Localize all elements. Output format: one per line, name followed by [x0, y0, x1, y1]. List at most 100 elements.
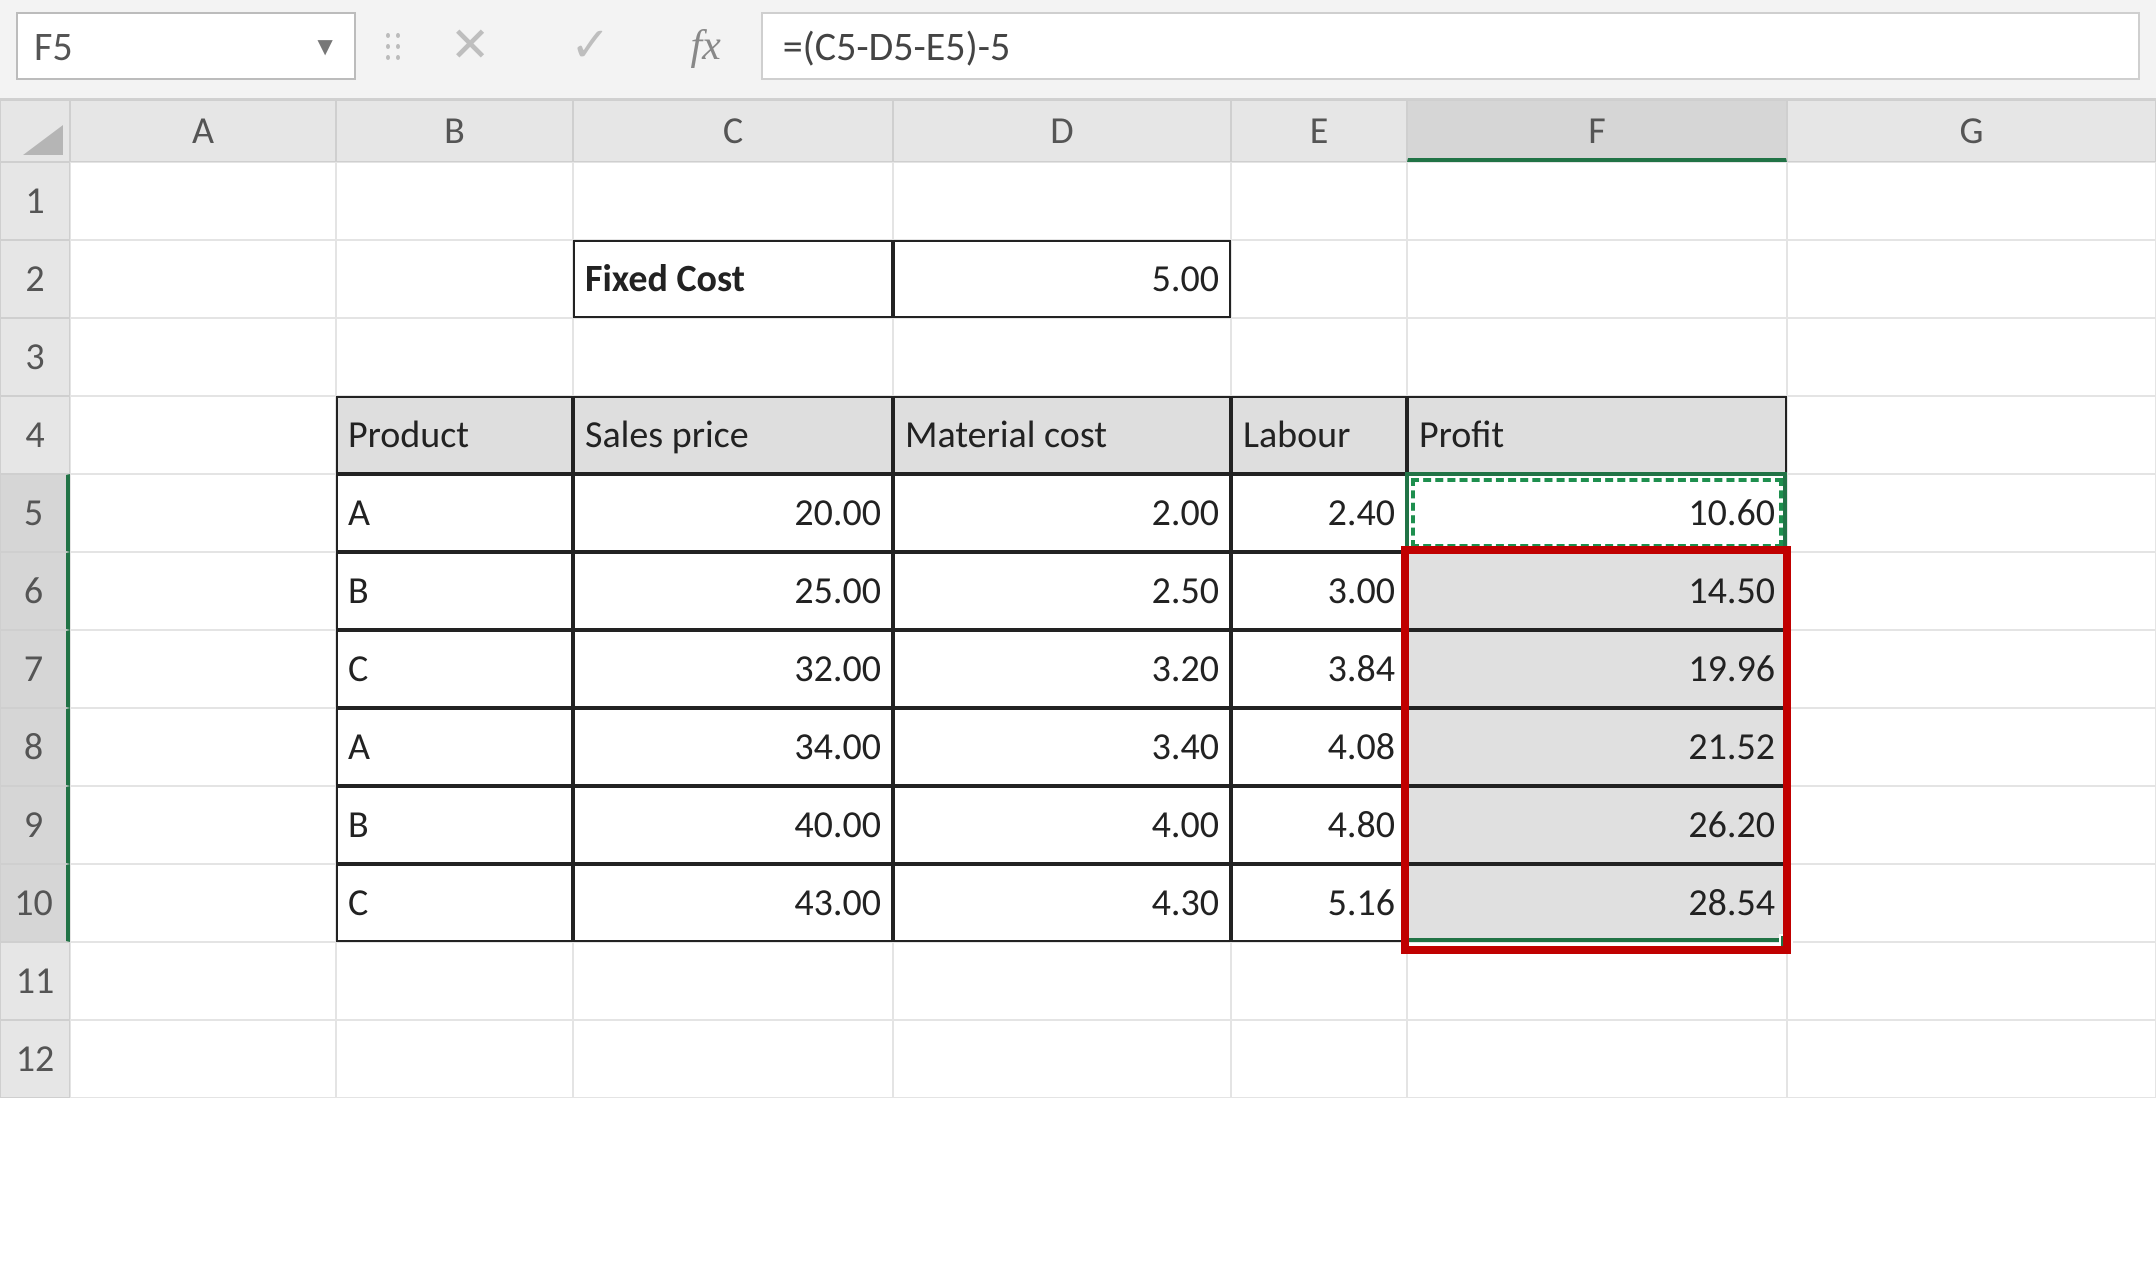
cell-B6[interactable]: B: [336, 552, 573, 630]
cell-E1[interactable]: [1231, 162, 1407, 240]
cell-E7[interactable]: 3.84: [1231, 630, 1407, 708]
cell-G1[interactable]: [1787, 162, 2156, 240]
cell-G5[interactable]: [1787, 474, 2156, 552]
cell-A8[interactable]: [70, 708, 336, 786]
cell-D4[interactable]: Material cost: [893, 396, 1231, 474]
cell-G6[interactable]: [1787, 552, 2156, 630]
cell-F11[interactable]: [1407, 942, 1787, 1020]
cell-F1[interactable]: [1407, 162, 1787, 240]
name-box[interactable]: F5 ▼: [16, 12, 356, 80]
cell-E8[interactable]: 4.08: [1231, 708, 1407, 786]
cell-E6[interactable]: 3.00: [1231, 552, 1407, 630]
cell-A11[interactable]: [70, 942, 336, 1020]
cell-E4[interactable]: Labour: [1231, 396, 1407, 474]
cell-D11[interactable]: [893, 942, 1231, 1020]
row-header-7[interactable]: 7: [0, 630, 70, 708]
cell-E3[interactable]: [1231, 318, 1407, 396]
cell-G10[interactable]: [1787, 864, 2156, 942]
cell-C4[interactable]: Sales price: [573, 396, 893, 474]
cell-B2[interactable]: [336, 240, 573, 318]
enter-icon[interactable]: ✓: [570, 22, 610, 70]
cell-C5[interactable]: 20.00: [573, 474, 893, 552]
cell-C6[interactable]: 25.00: [573, 552, 893, 630]
row-header-3[interactable]: 3: [0, 318, 70, 396]
col-header-E[interactable]: E: [1231, 100, 1407, 162]
row-header-9[interactable]: 9: [0, 786, 70, 864]
cell-C3[interactable]: [573, 318, 893, 396]
cell-G4[interactable]: [1787, 396, 2156, 474]
cell-D9[interactable]: 4.00: [893, 786, 1231, 864]
row-header-2[interactable]: 2: [0, 240, 70, 318]
cell-A12[interactable]: [70, 1020, 336, 1098]
cell-G9[interactable]: [1787, 786, 2156, 864]
cell-D1[interactable]: [893, 162, 1231, 240]
cell-B7[interactable]: C: [336, 630, 573, 708]
cancel-icon[interactable]: ✕: [450, 22, 490, 70]
cell-G2[interactable]: [1787, 240, 2156, 318]
cell-F5[interactable]: 10.60: [1407, 474, 1787, 552]
fx-icon[interactable]: fx: [690, 22, 720, 70]
cell-C11[interactable]: [573, 942, 893, 1020]
select-all-corner[interactable]: [0, 100, 70, 162]
cell-B4[interactable]: Product: [336, 396, 573, 474]
cell-C12[interactable]: [573, 1020, 893, 1098]
cell-A5[interactable]: [70, 474, 336, 552]
formula-input[interactable]: =(C5-D5-E5)-5: [783, 22, 2118, 71]
cell-B3[interactable]: [336, 318, 573, 396]
col-header-A[interactable]: A: [70, 100, 336, 162]
cell-E10[interactable]: 5.16: [1231, 864, 1407, 942]
cell-B12[interactable]: [336, 1020, 573, 1098]
cell-E5[interactable]: 2.40: [1231, 474, 1407, 552]
cell-D6[interactable]: 2.50: [893, 552, 1231, 630]
formula-input-wrap[interactable]: =(C5-D5-E5)-5: [761, 12, 2140, 80]
row-header-5[interactable]: 5: [0, 474, 70, 552]
cell-F6[interactable]: 14.50: [1407, 552, 1787, 630]
grip-handle[interactable]: [386, 33, 400, 60]
cell-F12[interactable]: [1407, 1020, 1787, 1098]
cell-B5[interactable]: A: [336, 474, 573, 552]
cell-B8[interactable]: A: [336, 708, 573, 786]
cell-E11[interactable]: [1231, 942, 1407, 1020]
row-header-12[interactable]: 12: [0, 1020, 70, 1098]
cell-F3[interactable]: [1407, 318, 1787, 396]
cell-A4[interactable]: [70, 396, 336, 474]
cell-G3[interactable]: [1787, 318, 2156, 396]
cell-B10[interactable]: C: [336, 864, 573, 942]
cell-G7[interactable]: [1787, 630, 2156, 708]
col-header-B[interactable]: B: [336, 100, 573, 162]
row-header-8[interactable]: 8: [0, 708, 70, 786]
cell-F4[interactable]: Profit: [1407, 396, 1787, 474]
cell-A6[interactable]: [70, 552, 336, 630]
cell-E9[interactable]: 4.80: [1231, 786, 1407, 864]
col-header-F[interactable]: F: [1407, 100, 1787, 162]
cell-C2[interactable]: Fixed Cost: [573, 240, 893, 318]
cell-E12[interactable]: [1231, 1020, 1407, 1098]
cell-A1[interactable]: [70, 162, 336, 240]
cell-D12[interactable]: [893, 1020, 1231, 1098]
cell-A10[interactable]: [70, 864, 336, 942]
cell-G11[interactable]: [1787, 942, 2156, 1020]
row-header-10[interactable]: 10: [0, 864, 70, 942]
cell-F10[interactable]: 28.54: [1407, 864, 1787, 942]
cell-D2[interactable]: 5.00: [893, 240, 1231, 318]
cell-C10[interactable]: 43.00: [573, 864, 893, 942]
col-header-G[interactable]: G: [1787, 100, 2156, 162]
cell-D10[interactable]: 4.30: [893, 864, 1231, 942]
cell-D5[interactable]: 2.00: [893, 474, 1231, 552]
cell-F9[interactable]: 26.20: [1407, 786, 1787, 864]
cell-F8[interactable]: 21.52: [1407, 708, 1787, 786]
cell-G12[interactable]: [1787, 1020, 2156, 1098]
cell-A3[interactable]: [70, 318, 336, 396]
cell-A7[interactable]: [70, 630, 336, 708]
row-header-1[interactable]: 1: [0, 162, 70, 240]
cell-D7[interactable]: 3.20: [893, 630, 1231, 708]
cell-C9[interactable]: 40.00: [573, 786, 893, 864]
cell-D3[interactable]: [893, 318, 1231, 396]
row-header-11[interactable]: 11: [0, 942, 70, 1020]
cell-B1[interactable]: [336, 162, 573, 240]
cell-C7[interactable]: 32.00: [573, 630, 893, 708]
chevron-down-icon[interactable]: ▼: [312, 30, 338, 62]
cell-C1[interactable]: [573, 162, 893, 240]
col-header-C[interactable]: C: [573, 100, 893, 162]
cell-B11[interactable]: [336, 942, 573, 1020]
